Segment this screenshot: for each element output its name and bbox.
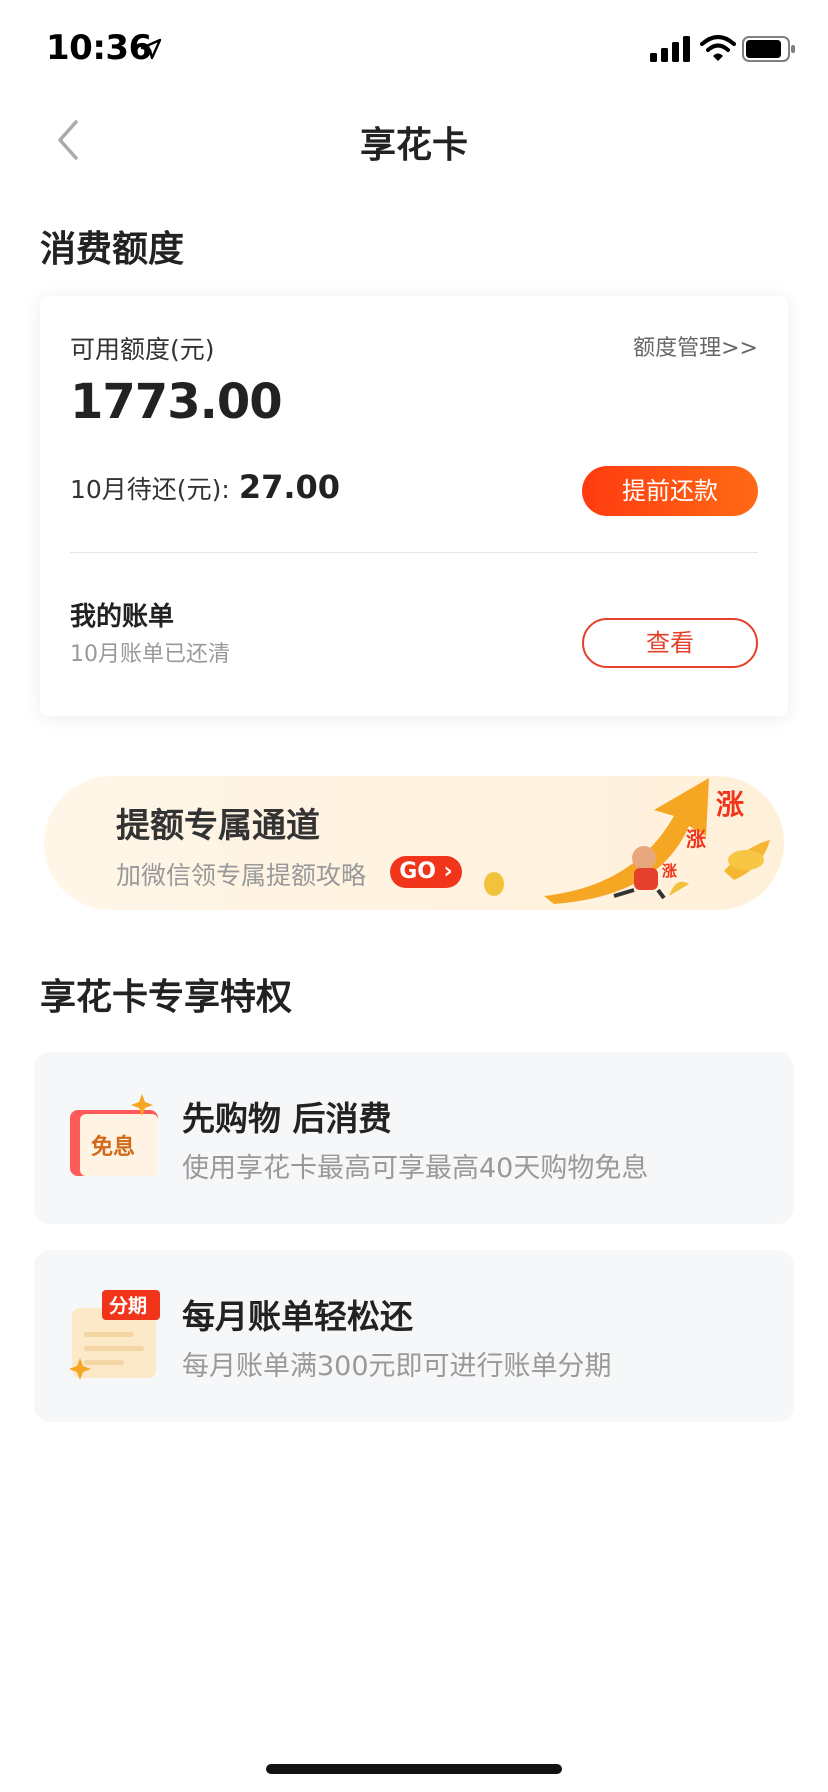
early-repay-button[interactable]: 提前还款 — [582, 466, 758, 516]
privilege-card-installment: 分期 每月账单轻松还 每月账单满300元即可进行账单分期 — [34, 1250, 794, 1422]
signal-icon — [650, 36, 690, 62]
rise-text-large: 涨 — [716, 788, 744, 821]
privilege-card-interest-free: 免息 先购物 后消费 使用享花卡最高可享最高40天购物免息 — [34, 1052, 794, 1224]
due-amount: 27.00 — [238, 468, 341, 506]
installment-icon-label: 分期 — [109, 1295, 147, 1317]
location-arrow-icon — [140, 38, 162, 60]
interest-free-icon-label: 免息 — [91, 1134, 135, 1160]
screen: 10:36 享花卡 消费额度 可用额度(元) 额度管理>> 1773.00 10… — [0, 0, 828, 1792]
available-quota-label: 可用额度(元) — [70, 335, 215, 364]
nav-bar: 享花卡 — [0, 100, 828, 180]
page-title: 享花卡 — [359, 125, 468, 166]
quota-card: 可用额度(元) 额度管理>> 1773.00 10月待还(元): 27.00 提… — [40, 296, 788, 716]
rising-arrow-illustration: 涨 涨 涨 — [484, 778, 770, 904]
privilege-desc: 每月账单满300元即可进行账单分期 — [182, 1351, 612, 1382]
home-indicator[interactable] — [266, 1764, 562, 1774]
rise-text-medium: 涨 — [686, 827, 706, 851]
privilege-title: 每月账单轻松还 — [182, 1297, 413, 1336]
limit-increase-banner[interactable]: 提额专属通道 加微信领专属提额攻略 GO › 涨 涨 涨 — [44, 776, 784, 910]
status-bar: 10:36 — [0, 0, 828, 100]
bill-status: 10月账单已还清 — [70, 642, 230, 667]
due-label: 10月待还(元): — [70, 475, 230, 504]
quota-section-title: 消费额度 — [40, 229, 185, 270]
privileges-section-title: 享花卡专享特权 — [40, 977, 293, 1018]
status-time: 10:36 — [46, 28, 152, 68]
privilege-title: 先购物 后消费 — [182, 1099, 392, 1138]
rise-text-small: 涨 — [662, 862, 677, 880]
my-bill-title: 我的账单 — [70, 602, 175, 632]
go-label: GO — [399, 859, 437, 884]
banner-subtitle: 加微信领专属提额攻略 — [116, 861, 367, 890]
wifi-icon — [700, 35, 736, 61]
banner-title: 提额专属通道 — [116, 806, 320, 846]
divider — [70, 552, 758, 553]
battery-icon — [742, 36, 795, 62]
installment-icon: 分期 — [69, 1290, 160, 1380]
available-quota-amount: 1773.00 — [70, 374, 283, 430]
go-badge[interactable]: GO › — [390, 856, 462, 888]
view-bill-button[interactable]: 查看 — [582, 618, 758, 668]
interest-free-icon: 免息 — [70, 1094, 158, 1176]
quota-manage-link[interactable]: 额度管理>> — [633, 330, 758, 362]
privilege-desc: 使用享花卡最高可享最高40天购物免息 — [182, 1153, 649, 1184]
due-row: 10月待还(元): 27.00 — [70, 468, 340, 506]
